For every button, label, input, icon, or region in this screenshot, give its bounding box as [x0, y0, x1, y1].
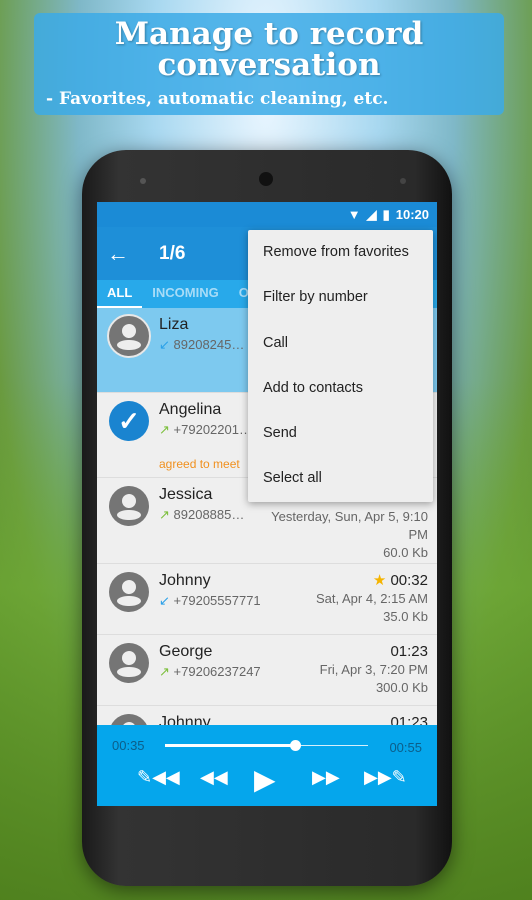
- banner-subtitle: - Favorites, automatic cleaning, etc.: [46, 89, 389, 109]
- seek-bar[interactable]: [165, 740, 368, 751]
- audio-player: 00:35 00:55 ✎◀◀ ◀◀ ▶ ▶▶ ▶▶✎: [97, 725, 437, 806]
- menu-item-remove-favorites[interactable]: Remove from favorites: [248, 230, 433, 275]
- contact-name: Angelina: [159, 401, 222, 418]
- menu-item-filter-by-number[interactable]: Filter by number: [248, 275, 433, 320]
- seek-knob[interactable]: [289, 740, 301, 751]
- contact-name: Liza: [159, 316, 189, 333]
- signal-icon: ◢: [366, 206, 377, 222]
- skip-forward-far-icon[interactable]: ▶▶✎: [364, 767, 407, 788]
- record-duration: 01:23: [390, 643, 428, 660]
- phone-number: 89208885…: [173, 507, 245, 522]
- contact-name: Johnny: [159, 572, 211, 589]
- menu-item-send[interactable]: Send: [248, 411, 433, 456]
- phone-number: 89208245…: [173, 337, 245, 352]
- elapsed-time: 00:35: [112, 738, 145, 753]
- skip-back-far-icon[interactable]: ✎◀◀: [137, 767, 180, 788]
- avatar: [109, 643, 149, 683]
- camera: [140, 178, 146, 184]
- rewind-icon[interactable]: ◀◀: [200, 767, 228, 788]
- screen: ▼ ◢ ▮ 10:20 ← 1/6 ALL INCOMING O Liza ↙ …: [97, 202, 437, 806]
- phone-number: +79205557771: [173, 593, 261, 608]
- tab-all[interactable]: ALL: [97, 280, 143, 308]
- sensor: [400, 178, 406, 184]
- wifi-icon: ▼: [347, 207, 361, 222]
- outgoing-arrow-icon: ↗: [159, 422, 170, 437]
- play-icon[interactable]: ▶: [254, 763, 276, 796]
- total-time: 00:55: [389, 740, 422, 755]
- record-date: Sat, Apr 4, 2:15 AM: [315, 591, 428, 606]
- star-icon[interactable]: ★: [373, 572, 386, 589]
- contact-name: Jessica: [159, 486, 213, 503]
- fast-forward-icon[interactable]: ▶▶: [312, 767, 340, 788]
- speaker: [259, 172, 273, 186]
- clock: 10:20: [395, 207, 429, 222]
- record-duration: 00:32: [390, 572, 428, 589]
- status-bar: ▼ ◢ ▮ 10:20: [97, 202, 437, 227]
- incoming-arrow-icon: ↙: [159, 593, 170, 608]
- context-menu: Remove from favorites Filter by number C…: [248, 230, 433, 502]
- menu-item-select-all[interactable]: Select all: [248, 456, 433, 501]
- record-size: 35.0 Kb: [383, 609, 428, 624]
- outgoing-arrow-icon: ↗: [159, 507, 170, 522]
- battery-charging-icon: ▮: [382, 206, 390, 222]
- record-size: 300.0 Kb: [375, 680, 428, 695]
- record-date: Yesterday, Sun, Apr 5, 9:10 PM: [271, 509, 428, 542]
- avatar: [109, 486, 149, 526]
- menu-item-add-to-contacts[interactable]: Add to contacts: [248, 366, 433, 411]
- phone-number: +79202201…: [173, 422, 252, 437]
- record-note: agreed to meet: [159, 457, 240, 471]
- tab-incoming[interactable]: INCOMING: [142, 280, 228, 308]
- arrow-left-icon[interactable]: ←: [97, 241, 139, 267]
- phone-number: +79206237247: [173, 664, 261, 679]
- list-item[interactable]: Johnny ↙ +79205557771 ★ 00:32 Sat, Apr 4,…: [97, 564, 437, 635]
- page-title: 1/6: [159, 242, 186, 264]
- record-size: 60.0 Kb: [383, 545, 428, 560]
- outgoing-arrow-icon: ↗: [159, 664, 170, 679]
- promo-banner: Manage to record conversation - Favorite…: [34, 13, 504, 115]
- menu-item-call[interactable]: Call: [248, 321, 433, 366]
- avatar: [107, 314, 151, 358]
- avatar: [109, 572, 149, 612]
- list-item[interactable]: George ↗ +79206237247 01:23 Fri, Apr 3, 7…: [97, 635, 437, 706]
- checkmark-icon[interactable]: ✓: [109, 401, 149, 441]
- record-date: Fri, Apr 3, 7:20 PM: [319, 662, 428, 677]
- banner-title: Manage to record conversation: [114, 16, 424, 83]
- contact-name: George: [159, 643, 213, 660]
- incoming-arrow-icon: ↙: [159, 337, 170, 352]
